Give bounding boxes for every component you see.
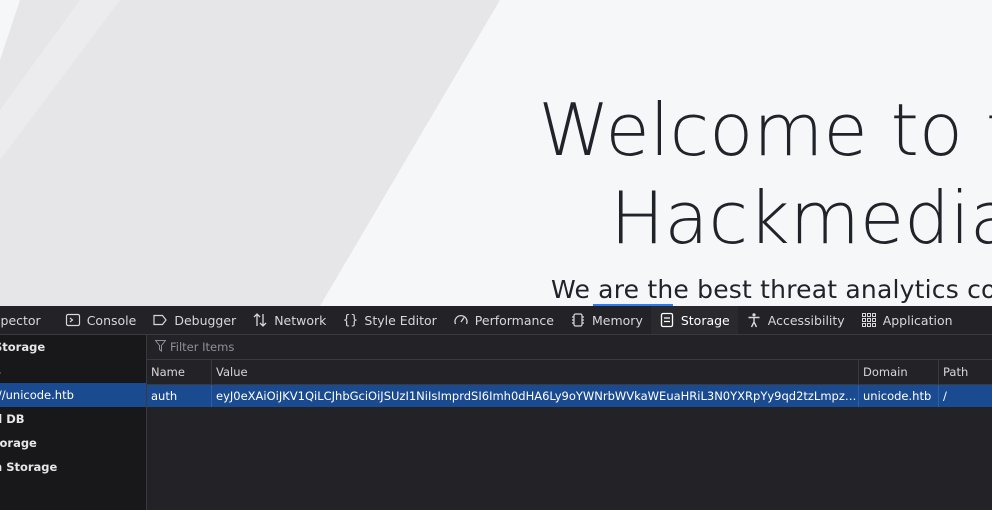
- cookie-value: eyJ0eXAiOiJKV1QiLCJhbGciOiJSUzI1NiIsImpr…: [211, 385, 858, 407]
- debugger-icon: [152, 312, 168, 328]
- tab-storage[interactable]: Storage: [650, 306, 738, 334]
- cookie-name: auth: [151, 389, 178, 403]
- filter-icon: [154, 340, 167, 355]
- table-row[interactable]: auth eyJ0eXAiOiJKV1QiLCJhbGciOiJSUzI1NiI…: [147, 385, 992, 407]
- sidebar-item-label: torage: [0, 436, 37, 450]
- tab-performance[interactable]: Performance: [445, 306, 562, 334]
- tab-label: Console: [86, 312, 137, 328]
- application-icon: [861, 312, 877, 328]
- sidebar-item-cookies[interactable]: s: [0, 359, 146, 383]
- table-empty-area: [147, 408, 992, 510]
- sidebar-item-label: s: [0, 359, 1, 383]
- hero-subtitle: We are the best threat analytics compa: [551, 275, 992, 304]
- network-icon: [252, 312, 268, 328]
- storage-table-panel: Filter Items Name Value Domain Path auth…: [147, 335, 992, 510]
- column-header-name[interactable]: Name: [147, 360, 185, 384]
- tab-network[interactable]: Network: [244, 306, 334, 334]
- tab-accessibility[interactable]: Accessibility: [738, 306, 853, 334]
- hero-title: Welcome to t Hackmedia: [414, 86, 992, 262]
- performance-icon: [453, 312, 469, 328]
- hero-line-2: Hackmedia: [610, 176, 992, 260]
- tab-label: Application: [882, 312, 953, 328]
- devtools-panel: spector Console Debugger Network {} Styl…: [0, 306, 992, 510]
- tab-label: Debugger: [174, 312, 237, 328]
- column-header-value[interactable]: Value: [211, 360, 248, 384]
- filter-items-input[interactable]: Filter Items: [147, 335, 992, 360]
- sidebar-item-label: ://unicode.htb: [0, 388, 74, 402]
- sidebar-item-label: n Storage: [0, 460, 58, 474]
- sidebar-item-indexed-db[interactable]: d DB: [0, 407, 146, 431]
- tab-label: Network: [274, 312, 327, 328]
- tab-label: Storage: [680, 312, 730, 328]
- devtools-toolbar: spector Console Debugger Network {} Styl…: [0, 306, 992, 335]
- cookie-path: /: [938, 385, 992, 407]
- table-header: Name Value Domain Path: [147, 360, 992, 385]
- tab-console[interactable]: Console: [57, 306, 145, 334]
- web-page: Welcome to t Hackmedia We are the best t…: [0, 0, 992, 306]
- hero-line-1: Welcome to t: [538, 88, 992, 172]
- tab-label: Performance: [474, 312, 554, 328]
- tab-label: Accessibility: [767, 312, 845, 328]
- sidebar-item-local-storage[interactable]: torage: [0, 431, 146, 455]
- storage-icon: [659, 312, 675, 328]
- tab-memory[interactable]: Memory: [562, 306, 651, 334]
- accessibility-icon: [746, 312, 762, 328]
- tab-label: Style Editor: [364, 312, 437, 328]
- column-header-domain[interactable]: Domain: [858, 360, 908, 384]
- sidebar-item-label: Storage: [0, 340, 46, 354]
- tab-style-editor[interactable]: {} Style Editor: [334, 306, 444, 334]
- style-editor-icon: {}: [342, 312, 359, 328]
- sidebar-item-session-storage[interactable]: n Storage: [0, 455, 146, 479]
- sidebar-item-unicode-htb[interactable]: ://unicode.htb: [0, 383, 146, 407]
- cookie-domain: unicode.htb: [858, 385, 937, 407]
- storage-sidebar: Storage s ://unicode.htb d DB torage n S…: [0, 335, 147, 510]
- tab-debugger[interactable]: Debugger: [144, 306, 244, 334]
- sidebar-item-label: d DB: [0, 412, 25, 426]
- tab-label: spector: [0, 312, 41, 328]
- filter-placeholder: Filter Items: [170, 340, 235, 354]
- column-header-path[interactable]: Path: [938, 360, 968, 384]
- tab-inspector[interactable]: spector: [0, 306, 49, 334]
- memory-icon: [570, 312, 586, 328]
- sidebar-item-cache-storage[interactable]: Storage: [0, 335, 146, 359]
- tab-label: Memory: [592, 312, 643, 328]
- tab-application[interactable]: Application: [853, 306, 961, 334]
- console-icon: [65, 312, 81, 328]
